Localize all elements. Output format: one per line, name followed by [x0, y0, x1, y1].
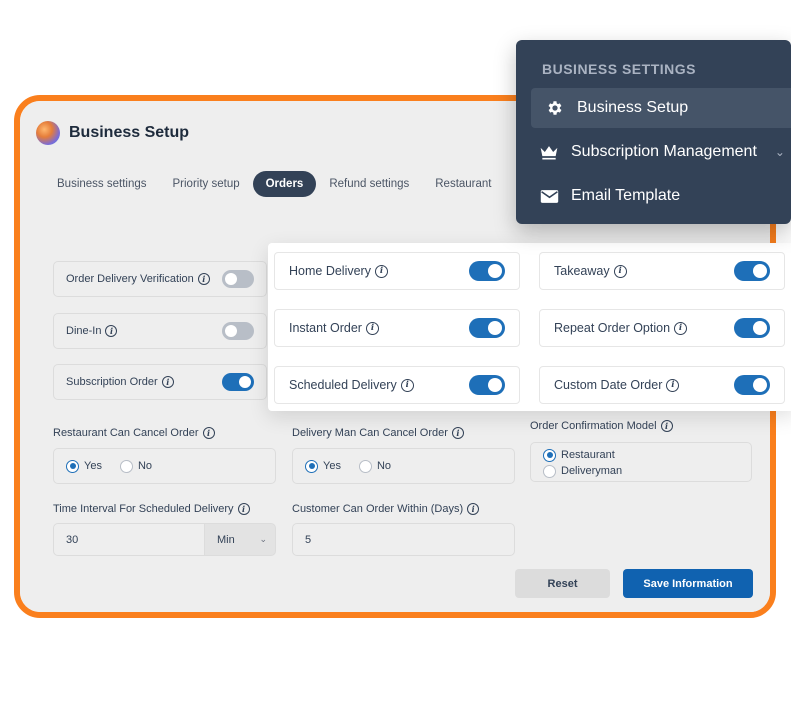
restaurant-cancel-yes[interactable]: Yes — [66, 459, 102, 473]
business-settings-menu: BUSINESS SETTINGS Business Setup Subscri… — [516, 40, 791, 224]
info-icon[interactable]: i — [161, 376, 174, 388]
dine-in-toggle[interactable] — [222, 322, 254, 340]
info-icon[interactable]: i — [365, 321, 379, 335]
custom-date-order-label: Custom Date Order — [554, 378, 663, 392]
info-icon[interactable]: i — [613, 264, 627, 278]
confirmation-model-restaurant[interactable]: Restaurant — [543, 447, 739, 463]
deliveryman-cancel-options: Yes No — [292, 448, 515, 484]
info-icon[interactable]: i — [400, 378, 414, 392]
menu-item-email-template[interactable]: Email Template — [525, 176, 680, 216]
tab-orders[interactable]: Orders — [252, 171, 317, 197]
repeat-order-label: Repeat Order Option — [554, 321, 671, 335]
restaurant-cancel-no[interactable]: No — [119, 459, 152, 473]
order-delivery-verification-toggle[interactable] — [222, 270, 254, 288]
crown-icon — [539, 142, 559, 162]
chevron-down-icon: ⌄ — [774, 145, 785, 159]
repeat-order-card: Repeat Order Option i — [539, 309, 785, 347]
time-interval-label: Time Interval For Scheduled Delivery — [53, 503, 234, 515]
page-title: Business Setup — [69, 124, 190, 141]
instant-order-toggle[interactable] — [469, 318, 505, 338]
takeaway-toggle[interactable] — [734, 261, 770, 281]
time-unit-value: Min — [217, 533, 235, 546]
page-header: Business Setup — [36, 121, 189, 145]
order-within-input[interactable]: 5 — [292, 523, 515, 556]
custom-date-order-card: Custom Date Order i — [539, 366, 785, 404]
restaurant-cancel-label-wrap: Restaurant Can Cancel Order i — [53, 427, 215, 439]
instant-order-label: Instant Order — [289, 321, 362, 335]
reset-button[interactable]: Reset — [515, 569, 610, 598]
radio-unselected-icon — [119, 459, 133, 473]
deliveryman-cancel-label-wrap: Delivery Man Can Cancel Order i — [292, 427, 464, 439]
time-unit-select[interactable]: Min ⌄ — [204, 523, 276, 556]
radio-unselected-icon — [543, 464, 556, 478]
gear-icon — [545, 98, 565, 118]
dine-in-label: Dine-In — [66, 325, 102, 337]
takeaway-label: Takeaway — [554, 264, 610, 278]
tab-business-settings[interactable]: Business settings — [44, 171, 160, 197]
confirmation-model-options: Restaurant Deliveryman — [530, 442, 752, 482]
deliveryman-cancel-no[interactable]: No — [358, 459, 391, 473]
deliveryman-cancel-yes[interactable]: Yes — [305, 459, 341, 473]
deliveryman-cancel-label: Delivery Man Can Cancel Order — [292, 427, 448, 439]
time-interval-input[interactable]: 30 — [53, 523, 205, 556]
confirmation-model-deliveryman[interactable]: Deliveryman — [543, 463, 739, 479]
menu-item-subscription-management[interactable]: Subscription Management ⌄ — [525, 132, 785, 172]
menu-item-label: Email Template — [571, 187, 681, 204]
tab-priority-setup[interactable]: Priority setup — [160, 171, 253, 197]
chevron-down-icon: ⌄ — [259, 534, 267, 544]
order-delivery-verification-label: Order Delivery Verification — [66, 273, 194, 285]
tabs-bar: Business settings Priority setup Orders … — [44, 171, 505, 197]
takeaway-card: Takeaway i — [539, 252, 785, 290]
envelope-icon — [539, 186, 559, 206]
info-icon[interactable]: i — [451, 427, 464, 439]
dine-in-row: Dine-In i — [53, 313, 267, 349]
instant-order-card: Instant Order i — [274, 309, 520, 347]
menu-item-label: Subscription Management — [571, 143, 757, 160]
confirmation-model-label: Order Confirmation Model — [530, 420, 657, 432]
scheduled-delivery-card: Scheduled Delivery i — [274, 366, 520, 404]
menu-item-business-setup[interactable]: Business Setup — [531, 88, 791, 128]
subscription-order-row: Subscription Order i — [53, 364, 267, 400]
delivery-options-panel: Home Delivery i Takeaway i Instant Order i … — [268, 243, 791, 411]
info-icon[interactable]: i — [105, 325, 118, 337]
radio-selected-icon — [543, 448, 556, 462]
info-icon[interactable]: i — [197, 273, 210, 285]
time-interval-label-wrap: Time Interval For Scheduled Delivery i — [53, 503, 250, 515]
radio-selected-icon — [66, 459, 79, 473]
info-icon[interactable]: i — [374, 264, 388, 278]
info-icon[interactable]: i — [660, 420, 673, 432]
restaurant-cancel-options: Yes No — [53, 448, 276, 484]
info-icon[interactable]: i — [202, 427, 215, 439]
info-icon[interactable]: i — [674, 321, 688, 335]
confirmation-model-label-wrap: Order Confirmation Model i — [530, 420, 673, 432]
custom-date-order-toggle[interactable] — [734, 375, 770, 395]
order-delivery-verification-row: Order Delivery Verification i — [53, 261, 267, 297]
restaurant-cancel-label: Restaurant Can Cancel Order — [53, 427, 199, 439]
order-within-label: Customer Can Order Within (Days) — [292, 503, 464, 515]
tab-restaurant[interactable]: Restaurant — [422, 171, 504, 197]
save-information-button[interactable]: Save Information — [623, 569, 753, 598]
home-delivery-toggle[interactable] — [469, 261, 505, 281]
avatar — [36, 121, 60, 145]
info-icon[interactable]: i — [237, 503, 250, 515]
menu-heading: BUSINESS SETTINGS — [542, 61, 696, 77]
radio-selected-icon — [305, 459, 318, 473]
info-icon[interactable]: i — [666, 378, 680, 392]
scheduled-delivery-toggle[interactable] — [469, 375, 505, 395]
scheduled-delivery-label: Scheduled Delivery — [289, 378, 397, 392]
menu-item-label: Business Setup — [577, 99, 689, 116]
tab-refund-settings[interactable]: Refund settings — [316, 171, 422, 197]
home-delivery-label: Home Delivery — [289, 264, 371, 278]
radio-unselected-icon — [358, 459, 372, 473]
subscription-order-label: Subscription Order — [66, 376, 158, 388]
home-delivery-card: Home Delivery i — [274, 252, 520, 290]
repeat-order-toggle[interactable] — [734, 318, 770, 338]
order-within-label-wrap: Customer Can Order Within (Days) i — [292, 503, 480, 515]
subscription-order-toggle[interactable] — [222, 373, 254, 391]
info-icon[interactable]: i — [467, 503, 480, 515]
